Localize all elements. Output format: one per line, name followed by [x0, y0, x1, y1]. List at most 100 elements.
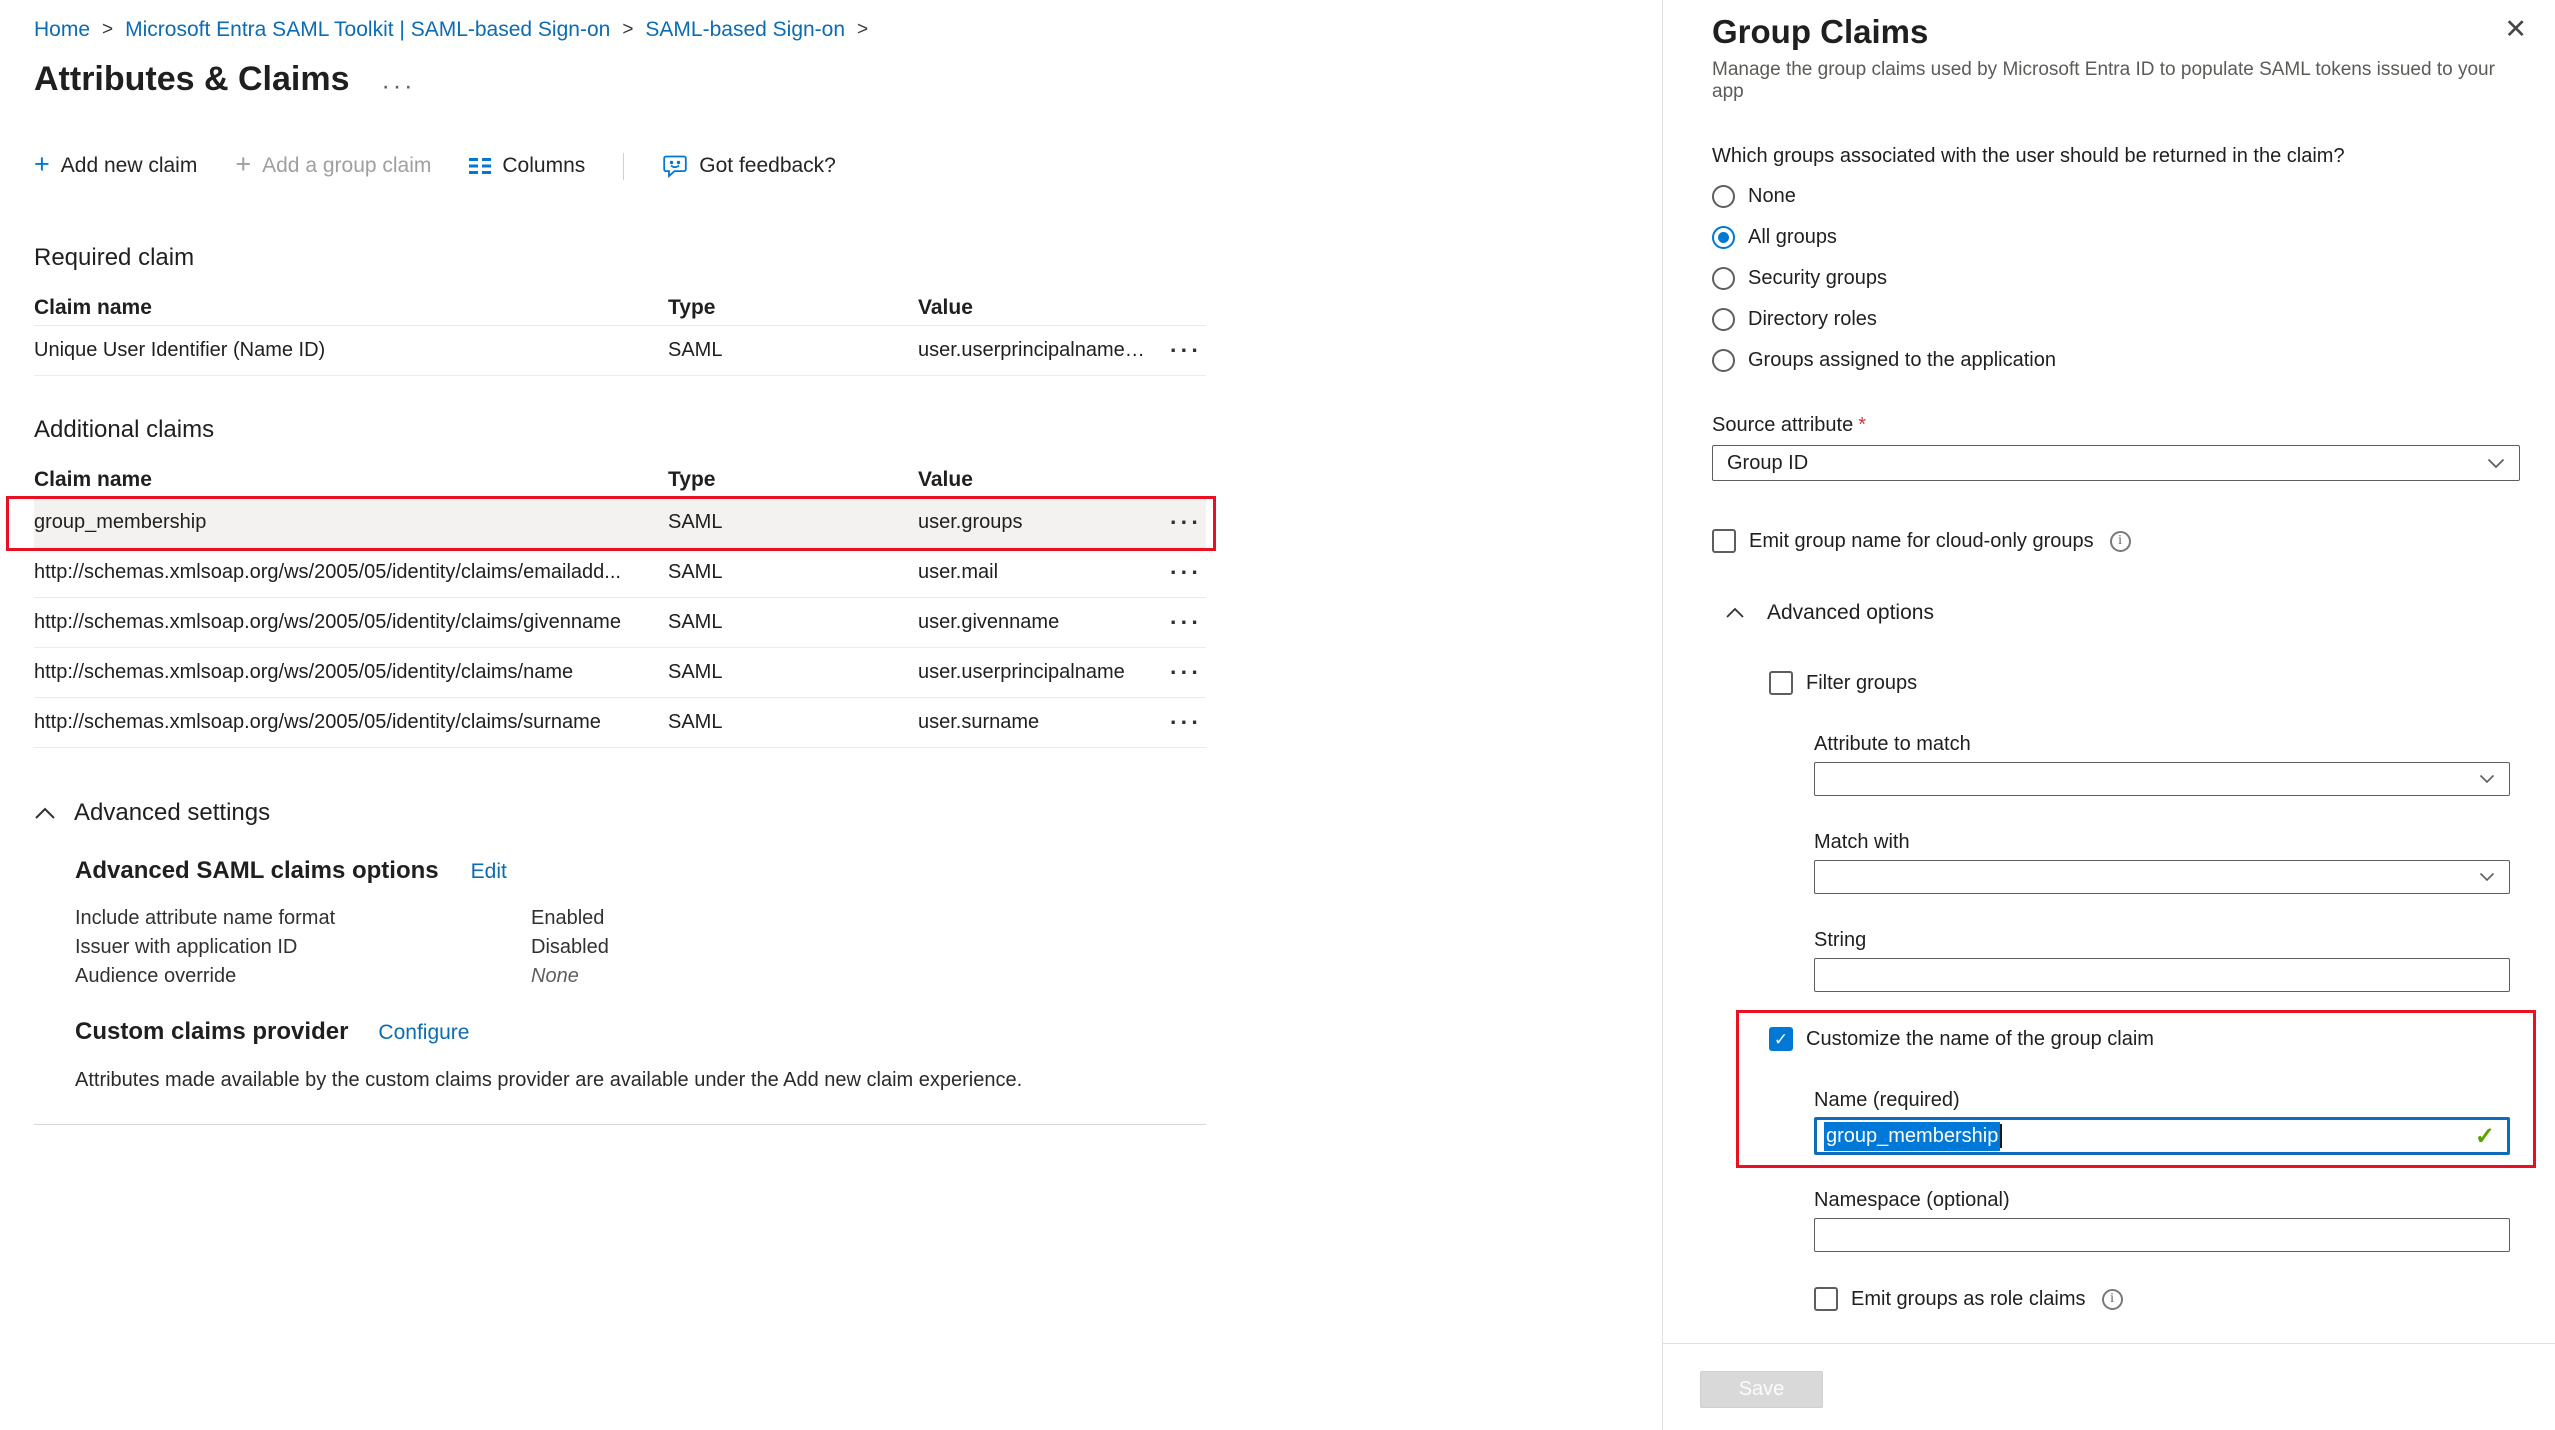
save-button[interactable]: Save	[1700, 1371, 1823, 1408]
table-row-group-membership[interactable]: group_membership SAML user.groups ···	[34, 498, 1206, 548]
breadcrumb-separator: >	[622, 19, 633, 41]
add-group-claim-button[interactable]: + Add a group claim	[235, 154, 431, 178]
table-header: Claim name Type Value	[34, 462, 1206, 498]
row-actions-button[interactable]: ···	[1164, 609, 1206, 636]
plus-icon: +	[34, 151, 50, 178]
info-icon[interactable]: i	[2110, 531, 2131, 552]
custom-provider-description: Attributes made available by the custom …	[75, 1069, 1662, 1092]
kv-row: Audience override None	[75, 962, 1662, 991]
command-bar: + Add new claim + Add a group claim Colu…	[34, 146, 1662, 186]
panel-title: Group Claims	[1712, 13, 2520, 57]
namespace-label: Namespace (optional)	[1814, 1189, 2520, 1212]
radio-label: None	[1748, 185, 1796, 208]
radio-option-all-groups[interactable]: All groups	[1712, 223, 2520, 251]
panel-footer-divider	[1663, 1343, 2555, 1344]
text-cursor	[2000, 1124, 2002, 1148]
customize-name-checkbox[interactable]: ✓ Customize the name of the group claim	[1769, 1025, 2520, 1053]
kv-row: Include attribute name format Enabled	[75, 904, 1662, 933]
claim-name-cell: http://schemas.xmlsoap.org/ws/2005/05/id…	[34, 661, 668, 684]
claim-value-cell: user.userprincipalname	[918, 661, 1164, 684]
kv-label: Issuer with application ID	[75, 936, 531, 959]
claim-name-cell: http://schemas.xmlsoap.org/ws/2005/05/id…	[34, 561, 668, 584]
claim-type-cell: SAML	[668, 339, 918, 362]
radio-label: All groups	[1748, 226, 1837, 249]
match-with-dropdown[interactable]	[1814, 860, 2510, 894]
advanced-settings-expander[interactable]: Advanced settings	[34, 798, 1662, 828]
breadcrumb-saml-signon-link[interactable]: SAML-based Sign-on	[645, 18, 845, 42]
claim-type-cell: SAML	[668, 661, 918, 684]
column-header-value: Value	[918, 468, 1164, 492]
table-row[interactable]: http://schemas.xmlsoap.org/ws/2005/05/id…	[34, 648, 1206, 698]
custom-provider-header: Custom claims provider Configure	[75, 1018, 1662, 1048]
checkbox-label: Filter groups	[1806, 672, 1917, 695]
claim-value-cell: user.mail	[918, 561, 1164, 584]
claim-type-cell: SAML	[668, 511, 918, 534]
checkbox-icon	[1712, 529, 1736, 553]
page-more-menu-button[interactable]: ···	[382, 72, 416, 101]
configure-link[interactable]: Configure	[378, 1021, 469, 1045]
info-icon[interactable]: i	[2102, 1289, 2123, 1310]
column-header-type: Type	[668, 468, 918, 492]
checkbox-icon	[1814, 1287, 1838, 1311]
kv-label: Include attribute name format	[75, 907, 531, 930]
emit-roles-checkbox[interactable]: Emit groups as role claims i	[1814, 1285, 2520, 1313]
table-row[interactable]: http://schemas.xmlsoap.org/ws/2005/05/id…	[34, 698, 1206, 748]
add-new-claim-button[interactable]: + Add new claim	[34, 154, 197, 178]
row-actions-button[interactable]: ···	[1164, 559, 1206, 586]
column-header-claim-name: Claim name	[34, 296, 668, 320]
chevron-up-icon	[34, 807, 56, 820]
required-claim-section-title: Required claim	[34, 244, 1662, 272]
emit-group-name-checkbox[interactable]: Emit group name for cloud-only groups i	[1712, 527, 2520, 555]
table-row[interactable]: http://schemas.xmlsoap.org/ws/2005/05/id…	[34, 598, 1206, 648]
title-row: Attributes & Claims ···	[34, 56, 1662, 102]
edit-link[interactable]: Edit	[471, 860, 507, 884]
row-actions-button[interactable]: ···	[1164, 659, 1206, 686]
table-row[interactable]: http://schemas.xmlsoap.org/ws/2005/05/id…	[34, 548, 1206, 598]
radio-icon	[1712, 267, 1735, 290]
advanced-options-expander[interactable]: Advanced options	[1712, 599, 2520, 627]
close-icon[interactable]: ✕	[2504, 16, 2527, 43]
claim-value-cell: user.givenname	[918, 611, 1164, 634]
row-actions-button[interactable]: ···	[1164, 509, 1206, 536]
columns-icon	[469, 156, 491, 176]
radio-option-none[interactable]: None	[1712, 182, 2520, 210]
group-claims-panel: Group Claims ✕ Manage the group claims u…	[1662, 0, 2555, 1430]
additional-claims-table: Claim name Type Value group_membership S…	[34, 462, 1206, 748]
kv-value: None	[531, 965, 1662, 988]
breadcrumb-toolkit-link[interactable]: Microsoft Entra SAML Toolkit | SAML-base…	[125, 18, 610, 42]
claim-type-cell: SAML	[668, 561, 918, 584]
radio-option-assigned-groups[interactable]: Groups assigned to the application	[1712, 346, 2520, 374]
toolbar-divider	[623, 153, 624, 180]
claim-value-cell: user.groups	[918, 511, 1164, 534]
breadcrumb-separator: >	[102, 19, 113, 41]
advanced-settings-label: Advanced settings	[74, 799, 270, 827]
claim-value-cell: user.userprincipalname [...	[918, 339, 1164, 362]
namespace-input[interactable]	[1814, 1218, 2510, 1252]
radio-selected-icon	[1712, 226, 1735, 249]
plus-icon: +	[235, 151, 251, 178]
columns-button[interactable]: Columns	[469, 154, 585, 178]
selected-input-text: group_membership	[1824, 1122, 2000, 1151]
string-input[interactable]	[1814, 958, 2510, 992]
radio-icon	[1712, 185, 1735, 208]
column-header-value: Value	[918, 296, 1164, 320]
claim-type-cell: SAML	[668, 711, 918, 734]
row-actions-button[interactable]: ···	[1164, 337, 1206, 364]
radio-label: Groups assigned to the application	[1748, 349, 2056, 372]
filter-groups-checkbox[interactable]: Filter groups	[1769, 669, 2520, 697]
name-required-label: Name (required)	[1814, 1089, 2520, 1112]
feedback-button[interactable]: Got feedback?	[662, 154, 836, 178]
group-claim-name-input[interactable]: group_membership ✓	[1814, 1117, 2510, 1155]
radio-option-security-groups[interactable]: Security groups	[1712, 264, 2520, 292]
breadcrumb-home-link[interactable]: Home	[34, 18, 90, 42]
groups-question-label: Which groups associated with the user sh…	[1712, 145, 2520, 168]
checkbox-label: Customize the name of the group claim	[1806, 1028, 2154, 1051]
table-row[interactable]: Unique User Identifier (Name ID) SAML us…	[34, 326, 1206, 376]
checkbox-icon	[1769, 671, 1793, 695]
radio-option-directory-roles[interactable]: Directory roles	[1712, 305, 2520, 333]
attribute-to-match-dropdown[interactable]	[1814, 762, 2510, 796]
add-group-claim-label: Add a group claim	[262, 154, 431, 178]
checkbox-checked-icon: ✓	[1769, 1027, 1793, 1051]
source-attribute-dropdown[interactable]: Group ID	[1712, 445, 2520, 481]
row-actions-button[interactable]: ···	[1164, 709, 1206, 736]
